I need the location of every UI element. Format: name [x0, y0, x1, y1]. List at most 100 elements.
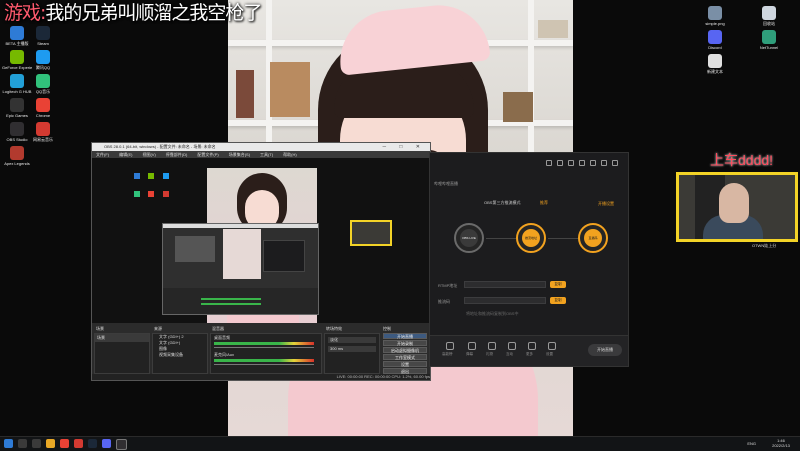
desktop: BETA 主播版SteamGeForce Experience腾讯QQLogit…	[0, 0, 800, 436]
rank-icon[interactable]	[446, 342, 454, 350]
obs-menu-item[interactable]: 配置文件(P)	[197, 152, 218, 157]
scenes-panel[interactable]: 场景	[94, 333, 150, 374]
nested-obs-preview	[162, 223, 319, 315]
rtmp-field[interactable]	[464, 281, 546, 288]
mixer-panel: 桌面音频 麦克风/Aux	[210, 333, 322, 374]
mode-option-selected[interactable]: 推流地址	[516, 223, 546, 253]
obs-menu-item[interactable]: 视图(V)	[142, 152, 155, 157]
desktop-icon[interactable]: 新建文本	[700, 54, 730, 74]
app-icon	[10, 146, 24, 160]
desktop-icon[interactable]: 回收站	[754, 6, 784, 26]
obs-menu-item[interactable]: 工具(T)	[260, 152, 273, 157]
desktop-icon[interactable]: Steam	[28, 26, 58, 46]
copy-rtmp-button[interactable]: 复制	[550, 281, 566, 288]
dock-header-transitions: 转场特效	[326, 326, 342, 331]
app-icon	[708, 54, 722, 68]
volume-slider[interactable]	[214, 347, 314, 348]
windows-start-icon[interactable]	[4, 439, 13, 448]
mode-label: 直播码	[584, 229, 602, 247]
sources-panel[interactable]: 文字 (GDI+) 2 文字 (GDI+) 图像 视频采集设备	[152, 333, 208, 374]
desktop-icon[interactable]: simple.png	[700, 6, 730, 26]
obs-preview[interactable]	[92, 158, 430, 323]
dock-header-controls: 控制	[383, 326, 391, 331]
obs-menu-item[interactable]: 停靠部件(D)	[166, 152, 188, 157]
danmaku-icon[interactable]	[468, 342, 476, 350]
mode-option-selected[interactable]: 直播码	[578, 223, 608, 253]
live-app-window[interactable]: 哔哩哔哩直播 开播设置 OBS第三方推流模式 推荐 OBS LIVE 推流地址 …	[429, 152, 629, 367]
minimize-icon[interactable]	[590, 160, 596, 166]
clock[interactable]: 1:46 2022/2/13	[766, 438, 796, 448]
stream-title: 游戏:我的兄弟叫顺溜之我空枪了	[4, 0, 262, 25]
discord-icon[interactable]	[102, 439, 111, 448]
settings-icon[interactable]	[579, 160, 585, 166]
menu-icon[interactable]	[546, 160, 552, 166]
source-item[interactable]: 视频采集设备	[153, 352, 207, 358]
settings-button[interactable]: 设置	[383, 361, 427, 367]
app-icon	[762, 6, 776, 20]
desktop-icon[interactable]: 网易云音乐	[28, 122, 58, 142]
obs-titlebar[interactable]: OBS 28.0.1 (64-bit, windows) - 配置文件: 未命名…	[92, 143, 430, 151]
dock-header-scenes: 场景	[96, 326, 104, 331]
mail-icon[interactable]	[568, 160, 574, 166]
interact-icon[interactable]	[508, 342, 516, 350]
window-controls[interactable]: ─ □ ✕	[382, 143, 426, 151]
studio-mode-button[interactable]: 工作室模式	[383, 354, 427, 360]
desktop-icon-label: NetTunnel	[759, 45, 779, 50]
maximize-icon[interactable]	[601, 160, 607, 166]
key-label: 推流码	[438, 299, 450, 304]
copy-key-button[interactable]: 复制	[550, 297, 566, 304]
volume-slider[interactable]	[214, 364, 314, 365]
task-view-icon[interactable]	[32, 439, 41, 448]
gift-icon[interactable]	[557, 160, 563, 166]
desktop-icon-label: Chrome	[35, 113, 51, 118]
cam-caption: OTWN娃上分	[752, 243, 777, 248]
netease-icon[interactable]	[74, 439, 83, 448]
stream-key-field[interactable]	[464, 297, 546, 304]
desktop-icon[interactable]: Discord	[700, 30, 730, 50]
explorer-icon[interactable]	[46, 439, 55, 448]
scene-item[interactable]: 场景	[95, 334, 149, 342]
mode-option[interactable]: OBS LIVE	[454, 223, 484, 253]
app-icon	[10, 50, 24, 64]
app-icon	[762, 30, 776, 44]
obs-icon[interactable]	[116, 439, 127, 450]
dock-header-mixer: 混音器	[212, 326, 224, 331]
more-icon[interactable]	[528, 342, 536, 350]
gift-icon[interactable]	[488, 342, 496, 350]
desktop-icon[interactable]: QQ音乐	[28, 74, 58, 94]
app-icon	[36, 122, 50, 136]
desktop-icon[interactable]: Apex Legends	[2, 146, 32, 166]
obs-menu-item[interactable]: 文件(F)	[96, 152, 109, 157]
start-live-button[interactable]: 开始直播	[588, 344, 622, 356]
obs-menu-item[interactable]: 编辑(E)	[119, 152, 132, 157]
desktop-icon[interactable]: 腾讯QQ	[28, 50, 58, 70]
obs-menubar: 文件(F) 编辑(E) 视图(V) 停靠部件(D) 配置文件(P) 场景集合(S) 工具(T…	[92, 151, 430, 158]
transition-select[interactable]: 淡化	[328, 337, 376, 343]
desktop-icon-label: Apex Legends	[4, 161, 30, 166]
desktop-icon-label: 新建文本	[707, 69, 723, 74]
bottom-label: 高能榜	[442, 352, 453, 356]
obs-menu-item[interactable]: 帮助(H)	[283, 152, 297, 157]
start-recording-button[interactable]: 开始录制	[383, 340, 427, 346]
webcam-frame	[676, 172, 798, 242]
app-settings-link[interactable]: 开播设置	[598, 201, 614, 207]
bottom-label: 弹幕	[466, 352, 473, 356]
close-icon[interactable]	[612, 160, 618, 166]
chrome-icon[interactable]	[60, 439, 69, 448]
app-header-left: 哔哩哔哩直播	[434, 181, 458, 186]
desktop-icon[interactable]: NetTunnel	[754, 30, 784, 50]
start-streaming-button[interactable]: 开始直播	[383, 333, 427, 339]
duration-field[interactable]: 300 ms	[328, 346, 376, 352]
mode-label: OBS LIVE	[460, 229, 478, 247]
dock-header-sources: 来源	[154, 326, 162, 331]
desktop-icon[interactable]: Chrome	[28, 98, 58, 118]
obs-window[interactable]: OBS 28.0.1 (64-bit, windows) - 配置文件: 未命名…	[91, 142, 431, 381]
clock-date: 2022/2/13	[772, 443, 790, 448]
gear-icon[interactable]	[548, 342, 556, 350]
obs-menu-item[interactable]: 场景集合(S)	[229, 152, 250, 157]
virtual-camera-button[interactable]: 启动虚拟摄像机	[383, 347, 427, 353]
steam-icon[interactable]	[88, 439, 97, 448]
obs-title: OBS 28.0.1 (64-bit, windows) - 配置文件: 未命名…	[104, 144, 216, 149]
search-icon[interactable]	[18, 439, 27, 448]
language-indicator[interactable]: ENG	[747, 441, 756, 446]
